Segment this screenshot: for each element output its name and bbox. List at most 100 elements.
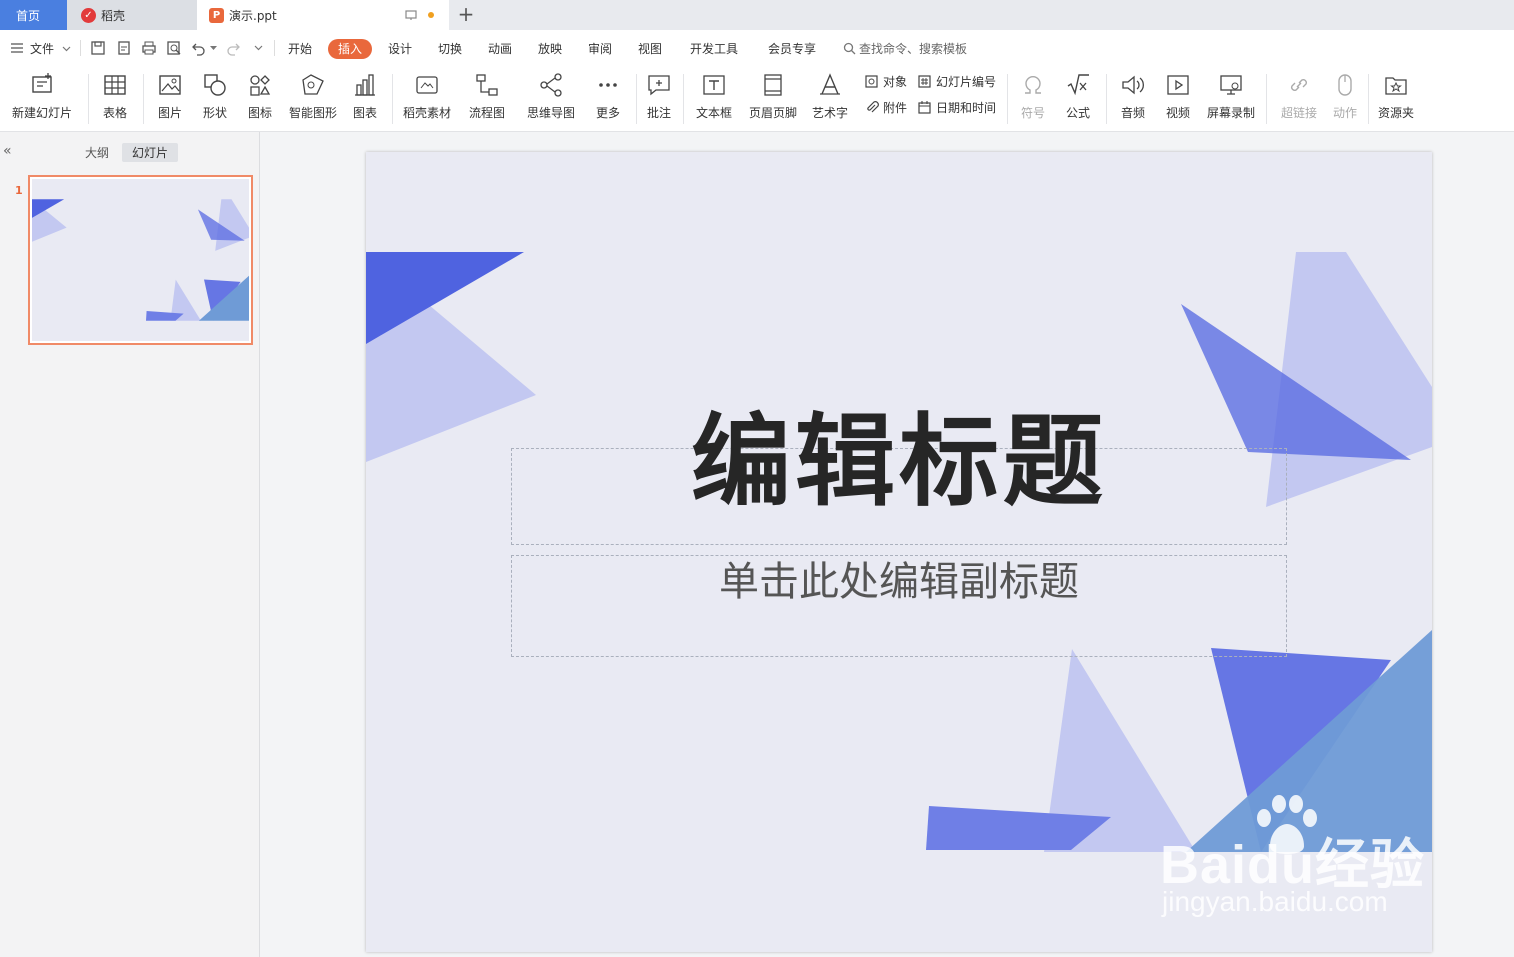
slide-number-icon <box>918 74 931 88</box>
divider <box>88 74 89 124</box>
omega-icon <box>1025 75 1041 94</box>
print-icon[interactable] <box>141 40 157 56</box>
slide-thumbnail[interactable] <box>28 175 253 345</box>
object-icon <box>865 74 878 88</box>
mouse-icon <box>1338 74 1352 96</box>
icons-icon <box>250 75 271 96</box>
slide-subtitle[interactable]: 单击此处编辑副标题 <box>511 557 1287 607</box>
comment-button[interactable]: 批注 <box>642 70 676 128</box>
object-button[interactable]: 对象 <box>864 72 907 90</box>
action-button[interactable]: 动作 <box>1328 70 1362 128</box>
textbox-button[interactable]: 文本框 <box>690 70 738 128</box>
new-tab-button[interactable]: + <box>455 3 477 27</box>
new-slide-icon <box>32 73 52 93</box>
menu-review[interactable]: 审阅 <box>588 39 612 59</box>
new-slide-button[interactable]: 新建幻灯片 <box>6 70 78 128</box>
slides-view-tab[interactable]: 幻灯片 <box>122 143 179 162</box>
command-search[interactable]: 查找命令、搜索模板 <box>843 39 967 59</box>
smart-graphic-label: 智能图形 <box>288 106 337 120</box>
paperclip-icon <box>867 100 879 112</box>
header-footer-button[interactable]: 页眉页脚 <box>746 70 800 128</box>
tab-document[interactable]: P 演示.ppt <box>197 0 449 30</box>
undo-dropdown-icon[interactable] <box>210 46 217 51</box>
hyperlink-button[interactable]: 超链接 <box>1273 70 1325 128</box>
screen-record-button[interactable]: 屏幕录制 <box>1204 70 1258 128</box>
slide-number-label: 幻灯片编号 <box>936 74 997 89</box>
picture-icon <box>159 75 181 95</box>
divider <box>143 74 144 124</box>
outline-view-tab[interactable]: 大纲 <box>85 144 109 161</box>
undo-icon[interactable] <box>192 40 206 56</box>
menu-slideshow[interactable]: 放映 <box>538 39 562 59</box>
redo-icon[interactable] <box>226 40 240 56</box>
file-menu[interactable]: 文件 <box>30 39 54 59</box>
unsaved-dot-icon <box>428 12 434 18</box>
menu-start[interactable]: 开始 <box>288 39 312 59</box>
screen-record-label: 屏幕录制 <box>1206 106 1255 120</box>
slide-number-button[interactable]: 幻灯片编号 <box>917 72 996 90</box>
attachment-button[interactable]: 附件 <box>864 98 907 116</box>
shape-button[interactable]: 形状 <box>195 70 235 128</box>
video-label: 视频 <box>1165 106 1190 120</box>
menu-animation[interactable]: 动画 <box>488 39 512 59</box>
tab-home[interactable]: 首页 <box>0 0 67 30</box>
menu-developer[interactable]: 开发工具 <box>690 39 738 59</box>
wordart-button[interactable]: 艺术字 <box>806 70 854 128</box>
menu-view[interactable]: 视图 <box>638 39 662 59</box>
menu-transition[interactable]: 切换 <box>438 39 462 59</box>
hamburger-icon[interactable] <box>10 42 24 54</box>
resource-folder-button[interactable]: 资源夹 <box>1375 70 1417 128</box>
video-button[interactable]: 视频 <box>1158 70 1198 128</box>
slide-navigator: « 大纲 幻灯片 1 <box>0 132 260 957</box>
slide-thumbnail-number: 1 <box>15 184 23 197</box>
export-pdf-icon[interactable] <box>116 40 132 56</box>
picture-button[interactable]: 图片 <box>150 70 190 128</box>
material-icon <box>416 76 438 94</box>
screen-icon[interactable] <box>405 9 417 21</box>
smart-graphic-icon <box>302 74 324 95</box>
menu-insert[interactable]: 插入 <box>328 39 373 59</box>
slide-title[interactable]: 编辑标题 <box>511 397 1287 527</box>
symbol-button[interactable]: 符号 <box>1014 70 1052 128</box>
divider <box>392 74 393 124</box>
tab-daoke[interactable]: ✓ 稻壳 <box>67 0 197 30</box>
date-time-button[interactable]: 日期和时间 <box>917 98 996 116</box>
wordart-icon <box>820 73 840 95</box>
divider <box>80 40 81 56</box>
collapse-panel-icon[interactable]: « <box>3 143 12 159</box>
save-icon[interactable] <box>90 40 106 56</box>
icon-label: 图标 <box>247 106 272 120</box>
flowchart-label: 流程图 <box>468 106 505 120</box>
formula-button[interactable]: 公式 <box>1058 70 1098 128</box>
mindmap-icon <box>540 73 562 97</box>
divider <box>1007 74 1008 124</box>
icon-button[interactable]: 图标 <box>240 70 280 128</box>
table-icon <box>104 75 126 95</box>
shape-label: 形状 <box>202 106 227 120</box>
audio-label: 音频 <box>1120 106 1145 120</box>
calendar-icon <box>918 100 931 114</box>
customize-toolbar-icon[interactable] <box>254 45 263 52</box>
more-button[interactable]: 更多 <box>588 70 628 128</box>
textbox-icon <box>703 75 725 95</box>
chart-icon <box>355 74 375 96</box>
chart-button[interactable]: 图表 <box>345 70 385 128</box>
audio-button[interactable]: 音频 <box>1113 70 1153 128</box>
daoke-material-button[interactable]: 稻壳素材 <box>400 70 454 128</box>
menu-member[interactable]: 会员专享 <box>768 39 816 59</box>
chevron-down-icon[interactable] <box>62 46 71 52</box>
table-button[interactable]: 表格 <box>95 70 135 128</box>
search-placeholder: 查找命令、搜索模板 <box>859 42 968 56</box>
header-footer-label: 页眉页脚 <box>748 106 797 120</box>
daoke-material-label: 稻壳素材 <box>402 106 451 120</box>
wordart-label: 艺术字 <box>811 106 848 120</box>
flowchart-button[interactable]: 流程图 <box>462 70 512 128</box>
shape-icon <box>204 74 226 96</box>
link-icon <box>1291 79 1307 91</box>
print-preview-icon[interactable] <box>166 40 182 56</box>
comment-label: 批注 <box>646 106 671 120</box>
smart-graphic-button[interactable]: 智能图形 <box>287 70 339 128</box>
mindmap-button[interactable]: 思维导图 <box>520 70 582 128</box>
insert-ribbon: 新建幻灯片 表格 图片 形状 图标 智能图形 图表 稻壳素材 流程图 思维导图 … <box>0 66 1514 132</box>
menu-design[interactable]: 设计 <box>388 39 412 59</box>
